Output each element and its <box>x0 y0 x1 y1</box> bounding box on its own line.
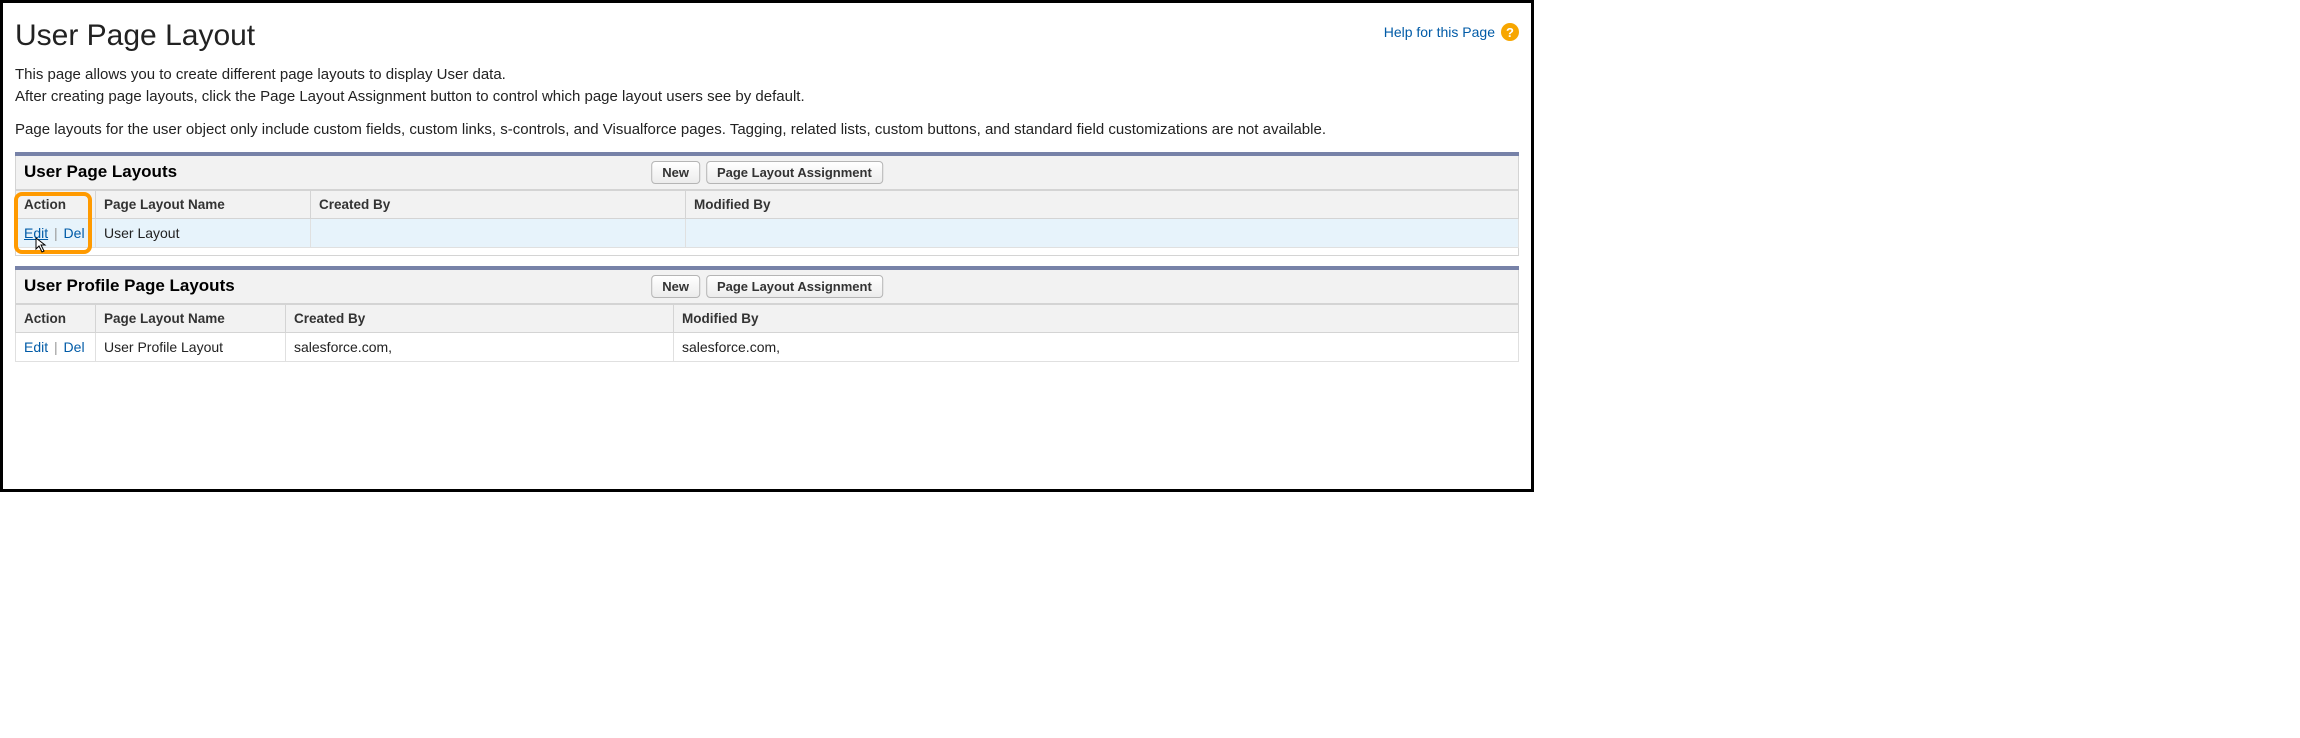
user-page-layouts-table: Action Page Layout Name Created By Modif… <box>15 190 1519 248</box>
edit-link[interactable]: Edit <box>24 225 48 241</box>
col-created-2: Created By <box>286 304 674 332</box>
col-action-2: Action <box>16 304 96 332</box>
page-layout-assignment-button-2[interactable]: Page Layout Assignment <box>706 275 883 298</box>
new-button[interactable]: New <box>651 161 700 184</box>
modified-by-cell <box>686 218 1519 247</box>
user-profile-page-layouts-panel: User Profile Page Layouts New Page Layou… <box>15 266 1519 362</box>
layout-name-cell: User Layout <box>96 218 311 247</box>
user-profile-page-layouts-header: User Profile Page Layouts New Page Layou… <box>15 270 1519 304</box>
modified-by-cell-2: salesforce.com, <box>674 332 1519 361</box>
page-title: User Page Layout <box>15 19 255 53</box>
user-profile-page-layouts-table: Action Page Layout Name Created By Modif… <box>15 304 1519 362</box>
action-separator: | <box>52 225 60 241</box>
col-modified: Modified By <box>686 190 1519 218</box>
col-name-2: Page Layout Name <box>96 304 286 332</box>
del-link-2[interactable]: Del <box>64 339 85 355</box>
help-icon: ? <box>1501 23 1519 41</box>
user-page-layouts-title: User Page Layouts <box>24 162 177 182</box>
col-created: Created By <box>311 190 686 218</box>
description-line2: After creating page layouts, click the P… <box>15 87 1519 107</box>
edit-link-2[interactable]: Edit <box>24 339 48 355</box>
layout-name-cell-2: User Profile Layout <box>96 332 286 361</box>
action-separator-2: | <box>52 339 60 355</box>
new-button-2[interactable]: New <box>651 275 700 298</box>
help-link-label: Help for this Page <box>1384 24 1495 40</box>
description-line1: This page allows you to create different… <box>15 65 1519 85</box>
user-page-layouts-panel: User Page Layouts New Page Layout Assign… <box>15 152 1519 256</box>
del-link[interactable]: Del <box>64 225 85 241</box>
user-page-layouts-header: User Page Layouts New Page Layout Assign… <box>15 156 1519 190</box>
page-layout-assignment-button[interactable]: Page Layout Assignment <box>706 161 883 184</box>
table-row: Edit | Del User Profile Layout salesforc… <box>16 332 1519 361</box>
table-row: Edit | Del User Layout <box>16 218 1519 247</box>
description-line3: Page layouts for the user object only in… <box>15 120 1519 140</box>
col-modified-2: Modified By <box>674 304 1519 332</box>
user-profile-page-layouts-title: User Profile Page Layouts <box>24 276 235 296</box>
created-by-cell-2: salesforce.com, <box>286 332 674 361</box>
col-action: Action <box>16 190 96 218</box>
col-name: Page Layout Name <box>96 190 311 218</box>
help-link[interactable]: Help for this Page ? <box>1384 23 1519 41</box>
created-by-cell <box>311 218 686 247</box>
